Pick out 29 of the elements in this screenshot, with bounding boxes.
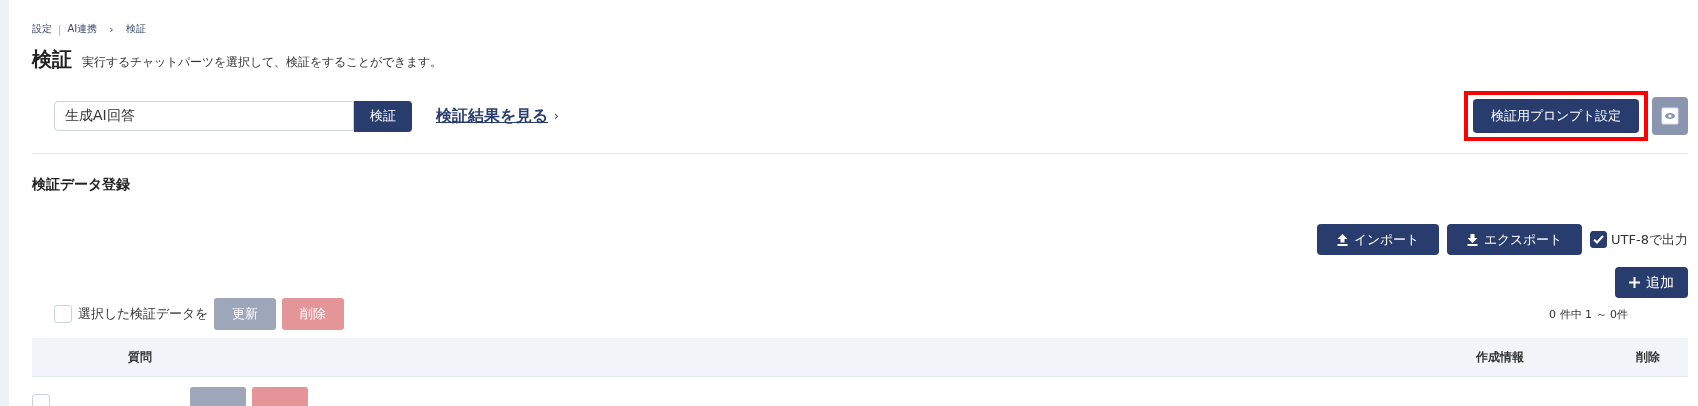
breadcrumb-link[interactable]: 設定	[32, 22, 52, 36]
breadcrumb-link[interactable]: 検証	[125, 22, 146, 36]
prompt-settings-button[interactable]: 検証用プロンプト設定	[1473, 99, 1639, 133]
breadcrumb-separator: |	[58, 23, 62, 35]
plus-icon	[1629, 277, 1640, 288]
column-header: 削除	[1635, 348, 1661, 366]
checkbox-label: UTF-8で出力	[1611, 230, 1688, 249]
download-icon	[1467, 233, 1479, 246]
chevron-icon: ›	[554, 109, 559, 123]
checkbox[interactable]	[1590, 231, 1608, 248]
section-title: 検証データ登録	[32, 176, 131, 194]
results-link[interactable]: 検証結果を見る	[436, 105, 548, 127]
column-header: 作成情報	[1475, 348, 1525, 366]
import-button[interactable]: インポート	[1317, 224, 1440, 255]
page-title: 検証	[32, 46, 72, 73]
column-header: 質問	[127, 348, 153, 366]
preview-button[interactable]	[1652, 97, 1688, 135]
checkbox-label: 選択した検証データを	[78, 305, 208, 323]
export-button[interactable]: エクスポート	[1447, 224, 1583, 255]
check-icon	[1593, 235, 1605, 244]
verify-button[interactable]: 検証	[354, 100, 412, 132]
upload-icon	[1337, 233, 1349, 246]
eye-icon	[1661, 107, 1679, 125]
add-button[interactable]: 追加	[1615, 267, 1688, 298]
breadcrumb-link[interactable]: AI連携	[67, 22, 98, 36]
chat-part-field[interactable]: 生成AI回答	[54, 101, 354, 131]
record-count: 0 件中 1 ～ 0件	[1549, 306, 1628, 322]
breadcrumb-separator: ›	[109, 22, 114, 36]
page-description: 実行するチャットパーツを選択して、検証をすることができます。	[82, 54, 442, 71]
